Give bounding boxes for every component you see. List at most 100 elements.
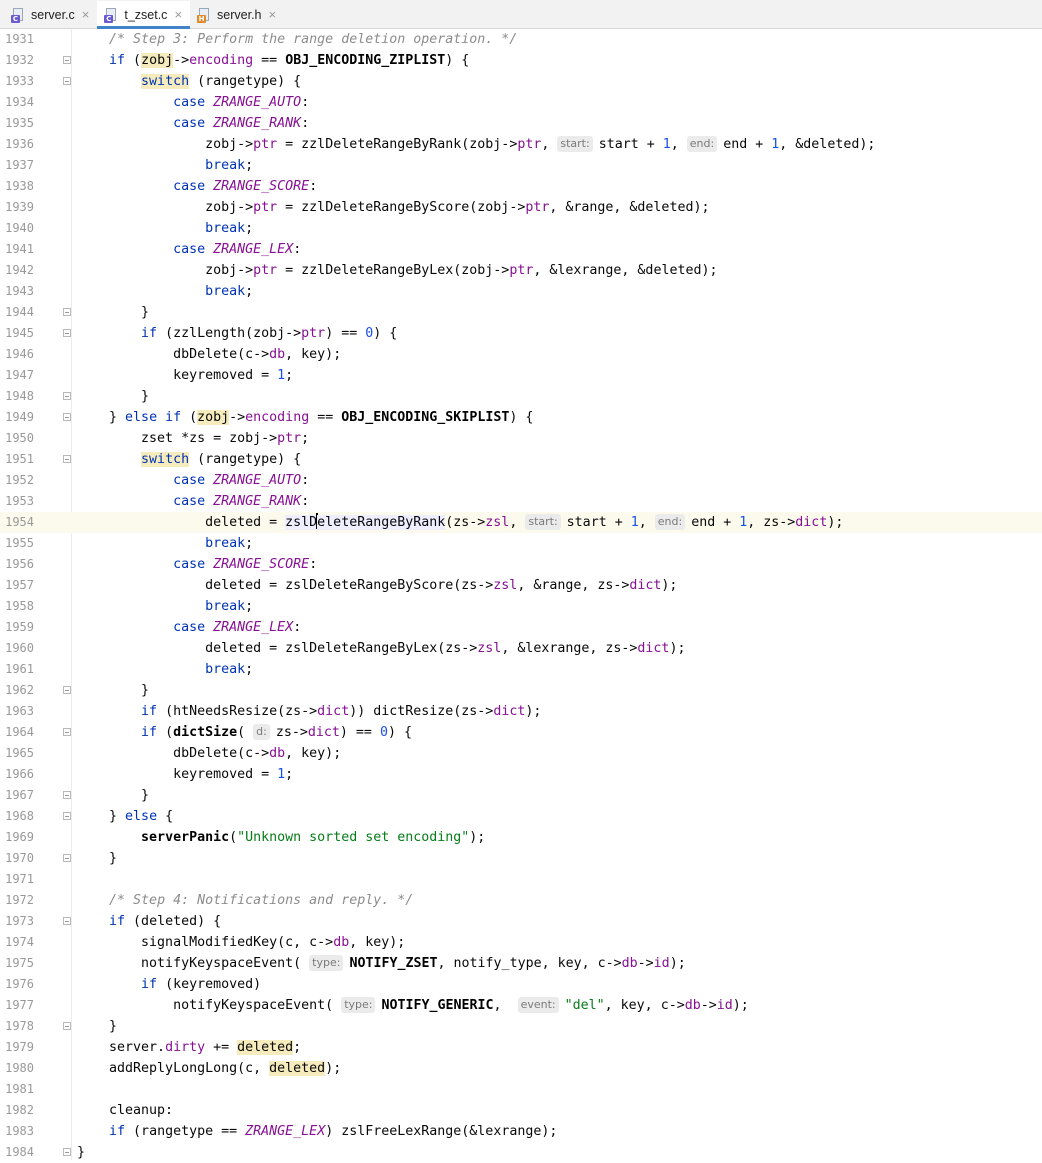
- tab-server-c[interactable]: Cserver.c ×: [4, 1, 97, 28]
- code-line[interactable]: 1977 notifyKeyspaceEvent( type: NOTIFY_GE…: [0, 995, 1042, 1016]
- fold-toggle-icon[interactable]: [63, 329, 71, 337]
- code-line[interactable]: 1933 switch (rangetype) {: [0, 71, 1042, 92]
- code-line[interactable]: 1976 if (keyremoved): [0, 974, 1042, 995]
- code-token: NOTIFY_ZSET: [349, 956, 438, 971]
- code-token: db: [333, 935, 350, 950]
- code-text: break;: [77, 218, 253, 239]
- code-line[interactable]: 1937 break;: [0, 155, 1042, 176]
- code-line[interactable]: 1963 if (htNeedsResize(zs->dict)) dictRe…: [0, 701, 1042, 722]
- fold-toggle-icon[interactable]: [63, 392, 71, 400]
- code-line[interactable]: 1983 if (rangetype == ZRANGE_LEX) zslFre…: [0, 1121, 1042, 1142]
- code-line[interactable]: 1931 /* Step 3: Perform the range deleti…: [0, 29, 1042, 50]
- fold-toggle-icon[interactable]: [63, 1148, 71, 1156]
- code-line[interactable]: 1980 addReplyLongLong(c, deleted);: [0, 1058, 1042, 1079]
- code-line[interactable]: 1982 cleanup:: [0, 1100, 1042, 1121]
- code-line[interactable]: 1939 zobj->ptr = zzlDeleteRangeByScore(z…: [0, 197, 1042, 218]
- code-line[interactable]: 1935 case ZRANGE_RANK:: [0, 113, 1042, 134]
- code-token: );: [525, 704, 542, 719]
- code-token: ,: [493, 998, 518, 1013]
- code-line[interactable]: 1968 } else {: [0, 806, 1042, 827]
- code-token: cleanup:: [77, 1103, 174, 1118]
- fold-toggle-icon[interactable]: [63, 56, 71, 64]
- code-text: break;: [77, 155, 253, 176]
- code-line[interactable]: 1944 }: [0, 302, 1042, 323]
- code-line[interactable]: 1967 }: [0, 785, 1042, 806]
- code-line[interactable]: 1952 case ZRANGE_AUTO:: [0, 470, 1042, 491]
- code-line[interactable]: 1947 keyremoved = 1;: [0, 365, 1042, 386]
- code-line[interactable]: 1970 }: [0, 848, 1042, 869]
- code-token: ) ==: [339, 725, 380, 740]
- code-text: }: [77, 848, 117, 869]
- code-line[interactable]: 1941 case ZRANGE_LEX:: [0, 239, 1042, 260]
- fold-toggle-icon[interactable]: [63, 854, 71, 862]
- code-line[interactable]: 1954 deleted = zslDeleteRangeByRank(zs->…: [0, 512, 1042, 533]
- code-line[interactable]: 1961 break;: [0, 659, 1042, 680]
- close-icon[interactable]: ×: [174, 7, 182, 22]
- code-line[interactable]: 1969 serverPanic("Unknown sorted set enc…: [0, 827, 1042, 848]
- tab-server-h[interactable]: Hserver.h ×: [190, 1, 284, 28]
- code-line[interactable]: 1950 zset *zs = zobj->ptr;: [0, 428, 1042, 449]
- code-line[interactable]: 1956 case ZRANGE_SCORE:: [0, 554, 1042, 575]
- code-line[interactable]: 1934 case ZRANGE_AUTO:: [0, 92, 1042, 113]
- tab-t-zset-c[interactable]: Ct_zset.c ×: [97, 1, 191, 29]
- line-number: 1931: [5, 32, 34, 46]
- fold-toggle-icon[interactable]: [63, 791, 71, 799]
- close-icon[interactable]: ×: [269, 7, 277, 22]
- code-token: case: [173, 620, 206, 635]
- code-line[interactable]: 1951 switch (rangetype) {: [0, 449, 1042, 470]
- code-token: deleted = zslDeleteRangeByScore(zs->: [77, 578, 494, 593]
- code-line[interactable]: 1953 case ZRANGE_RANK:: [0, 491, 1042, 512]
- code-token: ptr: [253, 263, 278, 278]
- code-line[interactable]: 1955 break;: [0, 533, 1042, 554]
- code-line[interactable]: 1938 case ZRANGE_SCORE:: [0, 176, 1042, 197]
- line-number: 1974: [5, 935, 34, 949]
- code-line[interactable]: 1974 signalModifiedKey(c, c->db, key);: [0, 932, 1042, 953]
- code-line[interactable]: 1948 }: [0, 386, 1042, 407]
- code-text: } else {: [77, 806, 173, 827]
- code-line[interactable]: 1949 } else if (zobj->encoding == OBJ_EN…: [0, 407, 1042, 428]
- code-line[interactable]: 1957 deleted = zslDeleteRangeByScore(zs-…: [0, 575, 1042, 596]
- fold-toggle-icon[interactable]: [63, 413, 71, 421]
- code-token: ptr: [253, 200, 278, 215]
- code-text: server.dirty += deleted;: [77, 1037, 301, 1058]
- fold-toggle-icon[interactable]: [63, 812, 71, 820]
- line-number: 1946: [5, 347, 34, 361]
- code-line[interactable]: 1942 zobj->ptr = zzlDeleteRangeByLex(zob…: [0, 260, 1042, 281]
- code-line[interactable]: 1971: [0, 869, 1042, 890]
- fold-toggle-icon[interactable]: [63, 917, 71, 925]
- fold-toggle-icon[interactable]: [63, 308, 71, 316]
- fold-toggle-icon[interactable]: [63, 455, 71, 463]
- code-line[interactable]: 1981: [0, 1079, 1042, 1100]
- code-text: case ZRANGE_LEX:: [77, 239, 301, 260]
- code-line[interactable]: 1978 }: [0, 1016, 1042, 1037]
- code-line[interactable]: 1946 dbDelete(c->db, key);: [0, 344, 1042, 365]
- code-line[interactable]: 1972 /* Step 4: Notifications and reply.…: [0, 890, 1042, 911]
- line-number: 1943: [5, 284, 34, 298]
- code-line[interactable]: 1936 zobj->ptr = zzlDeleteRangeByRank(zo…: [0, 134, 1042, 155]
- code-editor[interactable]: 1931 /* Step 3: Perform the range deleti…: [0, 29, 1042, 1160]
- code-line[interactable]: 1932 if (zobj->encoding == OBJ_ENCODING_…: [0, 50, 1042, 71]
- code-line[interactable]: 1966 keyremoved = 1;: [0, 764, 1042, 785]
- code-line[interactable]: 1943 break;: [0, 281, 1042, 302]
- fold-toggle-icon[interactable]: [63, 728, 71, 736]
- code-line[interactable]: 1962 }: [0, 680, 1042, 701]
- code-token: :: [301, 95, 310, 110]
- fold-toggle-icon[interactable]: [63, 1022, 71, 1030]
- code-line[interactable]: 1960 deleted = zslDeleteRangeByLex(zs->z…: [0, 638, 1042, 659]
- code-line[interactable]: 1964 if (dictSize( d: zs->dict) == 0) {: [0, 722, 1042, 743]
- code-token: :: [301, 473, 310, 488]
- fold-toggle-icon[interactable]: [63, 686, 71, 694]
- code-line[interactable]: 1975 notifyKeyspaceEvent( type: NOTIFY_ZS…: [0, 953, 1042, 974]
- code-line[interactable]: 1940 break;: [0, 218, 1042, 239]
- editor-tab-bar: Cserver.c × Ct_zset.c × Hserver.h ×: [0, 0, 1042, 29]
- code-line[interactable]: 1945 if (zzlLength(zobj->ptr) == 0) {: [0, 323, 1042, 344]
- code-line[interactable]: 1965 dbDelete(c->db, key);: [0, 743, 1042, 764]
- code-line[interactable]: 1973 if (deleted) {: [0, 911, 1042, 932]
- line-number: 1940: [5, 221, 34, 235]
- code-line[interactable]: 1959 case ZRANGE_LEX:: [0, 617, 1042, 638]
- code-line[interactable]: 1979 server.dirty += deleted;: [0, 1037, 1042, 1058]
- fold-toggle-icon[interactable]: [63, 77, 71, 85]
- code-line[interactable]: 1958 break;: [0, 596, 1042, 617]
- close-icon[interactable]: ×: [82, 7, 90, 22]
